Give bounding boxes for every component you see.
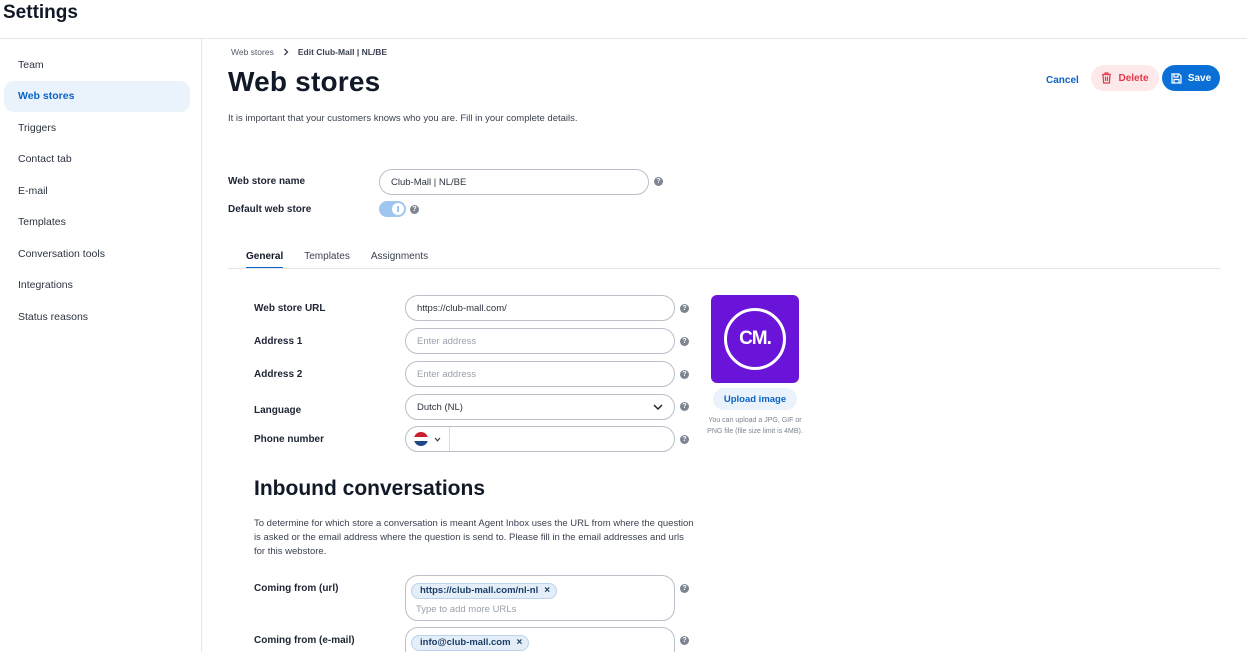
trash-icon — [1102, 72, 1112, 84]
url-tag: https://club-mall.com/nl-nl × — [411, 582, 558, 599]
sidebar-divider — [201, 38, 202, 652]
chevron-down-icon — [653, 404, 663, 411]
chevron-right-icon — [283, 48, 289, 56]
address-2-input[interactable] — [405, 361, 675, 387]
help-icon[interactable]: ? — [680, 370, 689, 379]
web-store-name-input[interactable] — [379, 169, 649, 195]
tab-assignments[interactable]: Assignments — [371, 251, 428, 269]
help-icon[interactable]: ? — [680, 584, 689, 593]
language-value: Dutch (NL) — [417, 401, 463, 413]
phone-number-field — [405, 426, 675, 452]
phone-number-input[interactable] — [450, 433, 674, 445]
language-select[interactable]: Dutch (NL) — [405, 394, 675, 420]
toggle-knob — [392, 203, 404, 215]
sidebar-item-templates[interactable]: Templates — [4, 207, 190, 239]
sidebar-nav: Team Web stores Triggers Contact tab E-m… — [4, 49, 190, 333]
tab-general[interactable]: General — [246, 251, 284, 269]
page-description: It is important that your customers know… — [228, 113, 578, 124]
cm-logo: CM. — [724, 308, 786, 370]
upload-image-button[interactable]: Upload image — [713, 388, 797, 410]
url-tag-label: https://club-mall.com/nl-nl — [420, 585, 539, 596]
address-1-input[interactable] — [405, 328, 675, 354]
tabs-divider — [228, 268, 1221, 269]
help-icon[interactable]: ? — [654, 177, 663, 186]
email-tag-label: info@club-mall.com — [420, 637, 511, 648]
phone-number-label: Phone number — [254, 434, 325, 445]
app-title: Settings — [3, 2, 78, 23]
tab-templates[interactable]: Templates — [304, 251, 350, 269]
coming-from-url-input[interactable]: https://club-mall.com/nl-nl × — [405, 575, 675, 621]
delete-button[interactable]: Delete — [1091, 65, 1159, 91]
sidebar-item-conversation-tools[interactable]: Conversation tools — [4, 238, 190, 270]
sidebar-item-contact-tab[interactable]: Contact tab — [4, 144, 190, 176]
inbound-conversations-title: Inbound conversations — [254, 477, 486, 500]
web-store-name-label: Web store name — [228, 176, 306, 187]
address-2-label: Address 2 — [254, 369, 303, 380]
coming-from-url-label: Coming from (url) — [254, 583, 339, 594]
breadcrumb-current: Edit Club-Mall | NL/BE — [297, 47, 388, 57]
default-web-store-label: Default web store — [228, 204, 312, 215]
address-1-label: Address 1 — [254, 336, 303, 347]
sidebar-item-status-reasons[interactable]: Status reasons — [4, 301, 190, 333]
language-label: Language — [254, 405, 302, 416]
help-icon[interactable]: ? — [680, 304, 689, 313]
coming-from-email-label: Coming from (e-mail) — [254, 635, 355, 646]
help-icon[interactable]: ? — [680, 402, 689, 411]
tab-bar: General Templates Assignments — [246, 251, 428, 269]
help-icon[interactable]: ? — [680, 435, 689, 444]
upload-hint: You can upload a JPG, GIF or PNG file (f… — [707, 417, 803, 435]
chevron-down-icon — [434, 437, 441, 442]
breadcrumb: Web stores Edit Club-Mall | NL/BE — [231, 47, 387, 57]
save-button[interactable]: Save — [1162, 65, 1220, 91]
remove-tag-icon[interactable]: × — [517, 637, 523, 648]
help-icon[interactable]: ? — [680, 636, 689, 645]
country-code-select[interactable] — [406, 427, 450, 451]
netherlands-flag-icon — [414, 432, 428, 446]
sidebar-item-email[interactable]: E-mail — [4, 175, 190, 207]
sidebar-item-web-stores[interactable]: Web stores — [4, 80, 190, 112]
page-title: Web stores — [228, 66, 381, 97]
web-store-url-input[interactable] — [405, 295, 675, 321]
add-url-input[interactable] — [416, 603, 656, 615]
store-logo: CM. — [711, 295, 799, 383]
help-icon[interactable]: ? — [410, 205, 419, 214]
cancel-button[interactable]: Cancel — [1040, 70, 1085, 90]
coming-from-email-input[interactable]: info@club-mall.com × — [405, 627, 675, 652]
sidebar-item-team[interactable]: Team — [4, 49, 190, 81]
breadcrumb-parent[interactable]: Web stores — [231, 47, 274, 57]
default-web-store-toggle[interactable] — [379, 201, 406, 217]
save-label: Save — [1187, 72, 1212, 84]
email-tag: info@club-mall.com × — [411, 634, 530, 651]
inbound-conversations-description: To determine for which store a conversat… — [254, 518, 694, 557]
remove-tag-icon[interactable]: × — [544, 585, 550, 596]
sidebar-item-triggers[interactable]: Triggers — [4, 112, 190, 144]
help-icon[interactable]: ? — [680, 337, 689, 346]
sidebar-item-integrations[interactable]: Integrations — [4, 270, 190, 302]
web-store-url-label: Web store URL — [254, 303, 326, 314]
header-divider — [0, 38, 1247, 39]
save-icon — [1171, 72, 1182, 84]
delete-label: Delete — [1118, 72, 1149, 84]
